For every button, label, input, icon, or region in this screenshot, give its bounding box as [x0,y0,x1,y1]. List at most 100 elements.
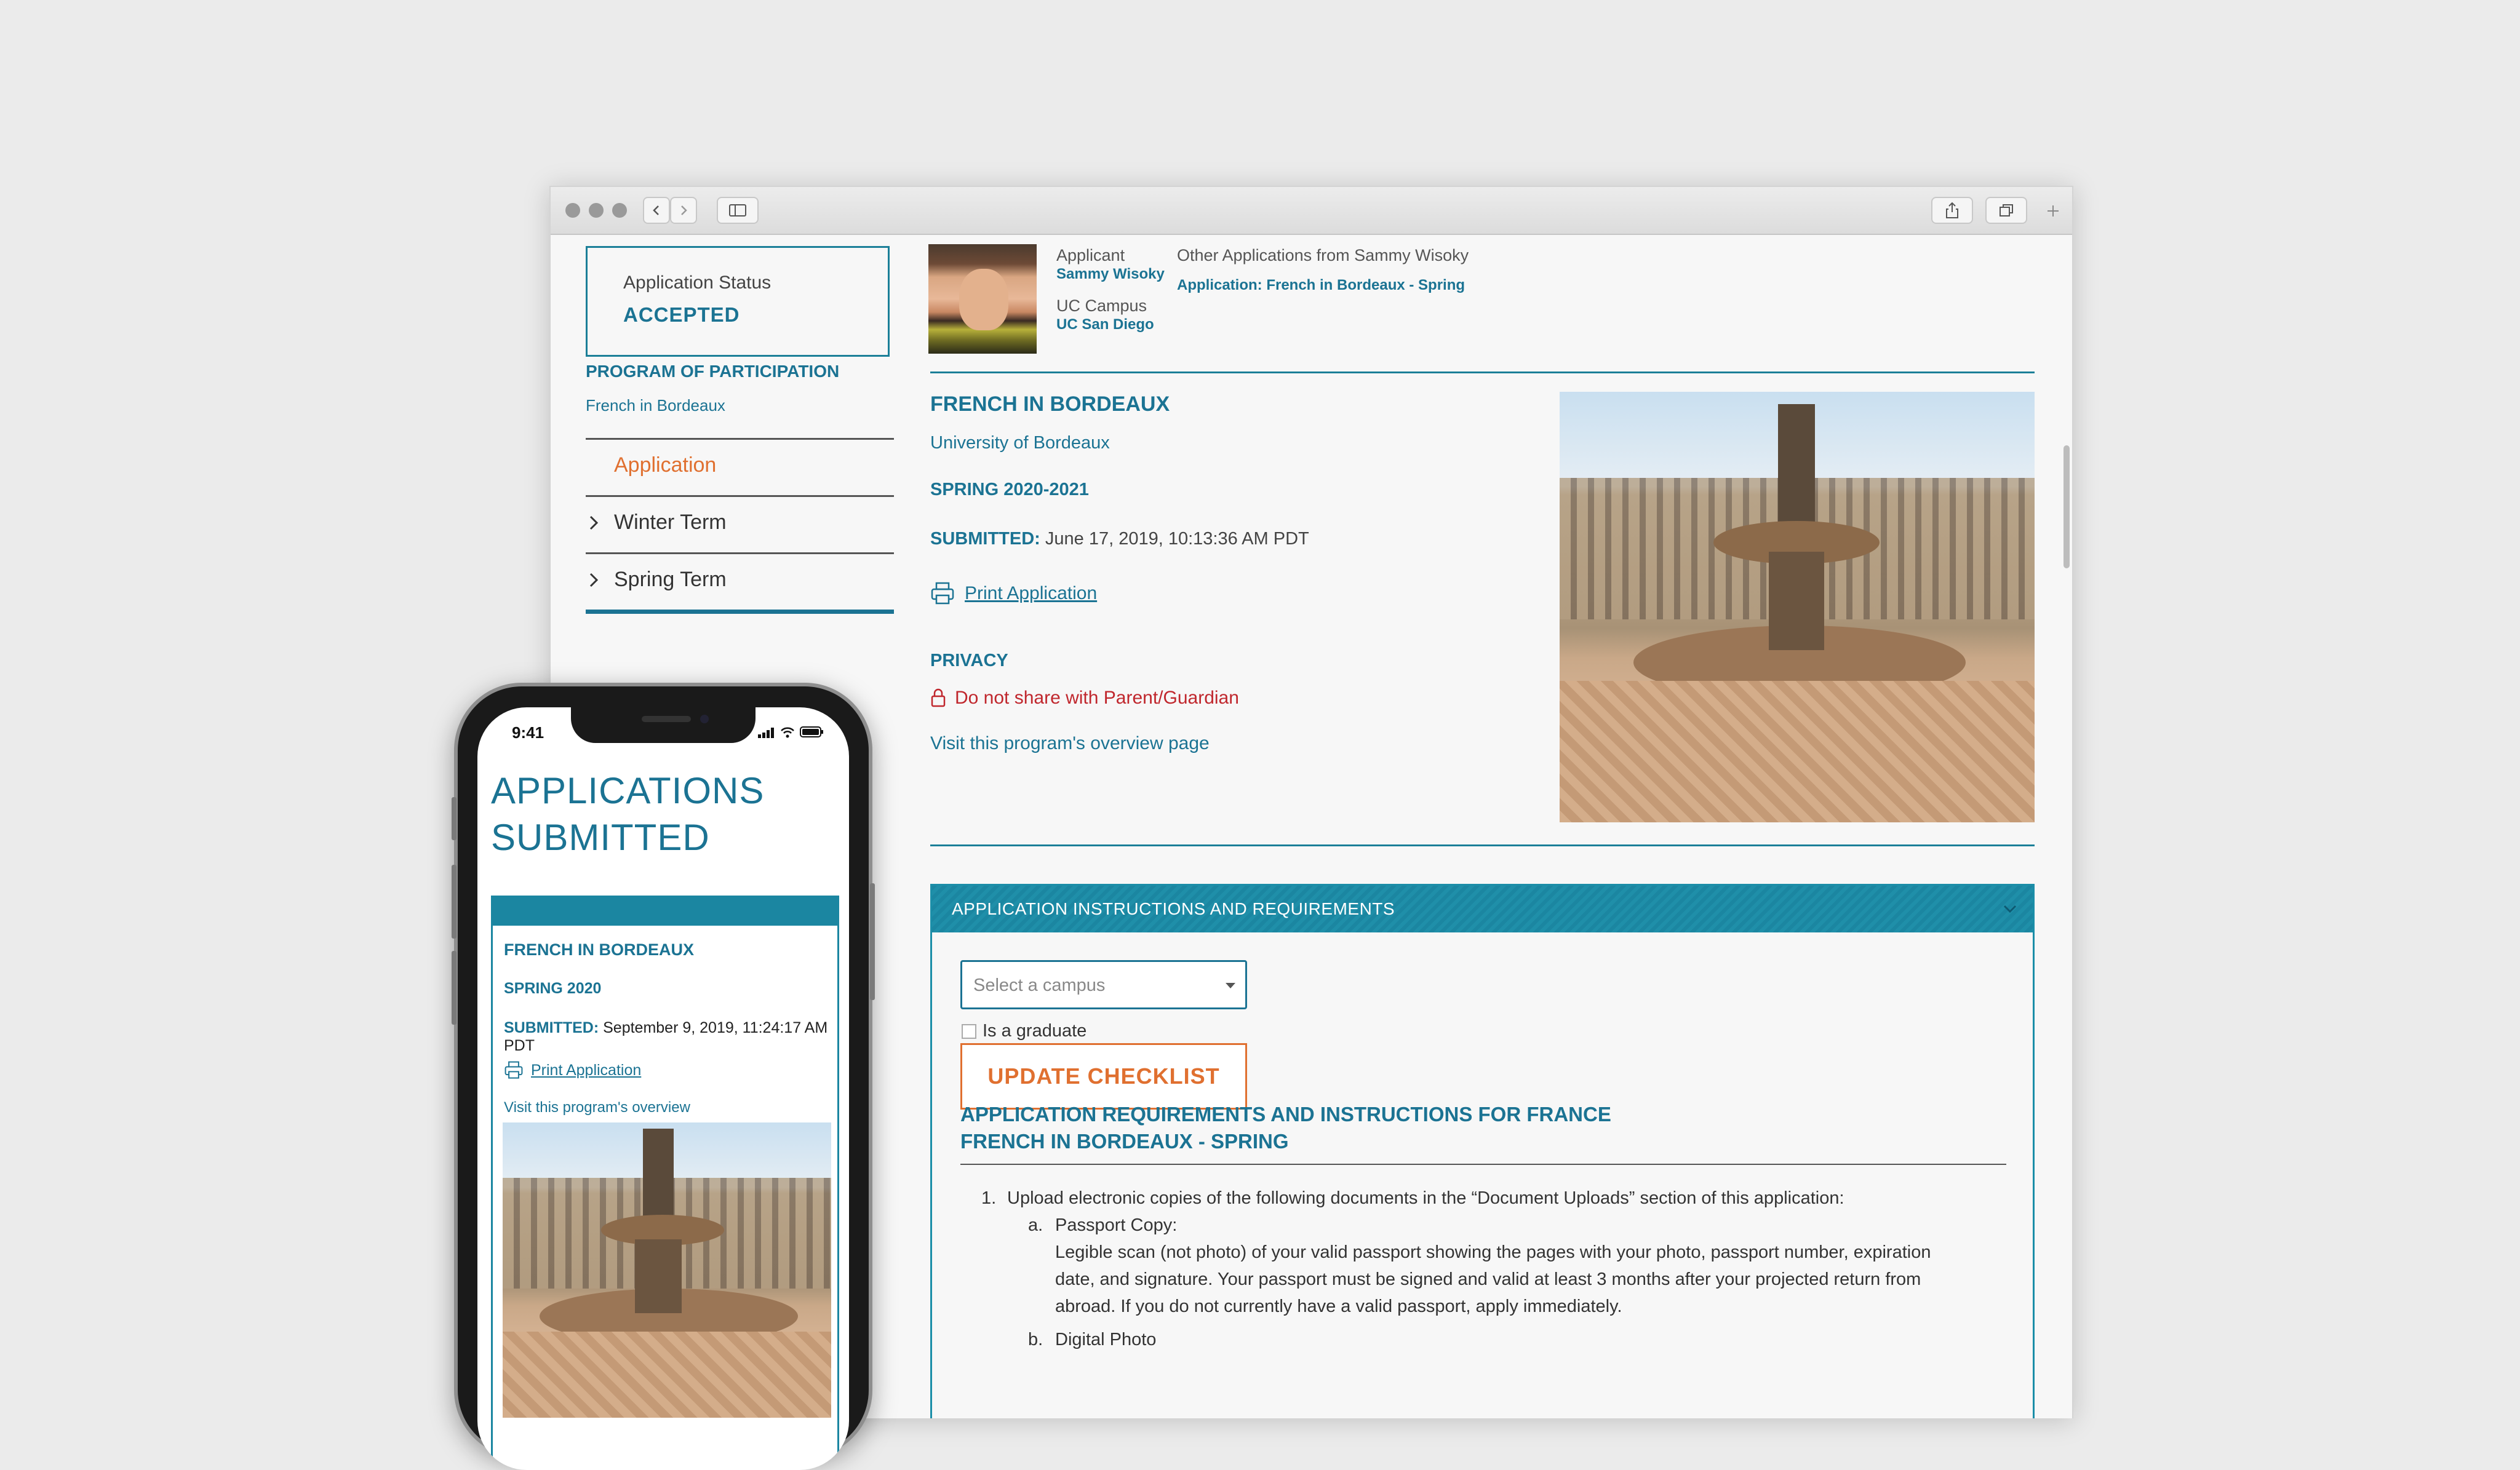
browser-toolbar [551,187,2072,235]
side-nav: Application Winter Term Spring Term [586,438,894,614]
campus-select[interactable]: Select a campus [960,960,1247,1009]
forward-icon [681,205,687,215]
update-checklist-button[interactable]: UPDATE CHECKLIST [960,1043,1247,1110]
share-icon [1946,202,1958,218]
phone-side-button [870,883,875,1000]
sub-list-text: abroad. If you do not currently have a v… [1055,1297,1622,1316]
chevron-right-icon [589,515,599,530]
phone-notch [571,707,756,743]
mobile-program-overview-link[interactable]: Visit this program's overview [504,1099,690,1116]
nav-bottom-rule [586,610,894,614]
sub-list-title: Passport Copy: [1055,1215,1178,1235]
checkbox-box[interactable] [962,1023,976,1039]
privacy-value: Do not share with Parent/Guardian [955,688,1239,708]
back-button[interactable] [643,197,670,224]
privacy-label: PRIVACY [930,651,1008,670]
print-application-label: Print Application [965,583,1098,603]
new-tab-button[interactable] [2041,196,2065,226]
status-value: ACCEPTED [623,303,740,326]
tabs-button[interactable] [1985,197,2027,224]
mobile-title-line2: SUBMITTED [491,817,710,858]
status-label: Application Status [623,272,772,293]
back-icon [653,205,659,215]
requirements-list: 1. Upload electronic copies of the follo… [960,1185,1976,1381]
wifi-icon [781,727,794,738]
mobile-print-label: Print Application [531,1061,642,1079]
cellular-signal-icon [758,728,774,738]
sub-list-letter: a. [1028,1215,1043,1235]
close-window-button[interactable] [565,203,580,218]
submitted-value: June 17, 2019, 10:13:36 AM PDT [1045,529,1309,549]
is-graduate-label: Is a graduate [983,1021,1087,1041]
nav-item-label: Spring Term [614,568,727,591]
requirements-accordion-header[interactable]: APPLICATION INSTRUCTIONS AND REQUIREMENT… [932,886,2033,932]
phone-side-button [452,865,457,939]
tabs-icon [2000,204,2013,217]
print-application-link[interactable]: Print Application [930,582,1097,605]
nav-item-spring-term[interactable]: Spring Term [586,552,894,610]
caret-down-icon [1226,983,1235,988]
nav-item-label: Winter Term [614,511,727,534]
is-graduate-checkbox[interactable]: Is a graduate [962,1021,1087,1041]
nav-item-application[interactable]: Application [586,438,894,495]
program-of-participation-label: PROGRAM OF PARTICIPATION [586,362,840,381]
campus-value: UC San Diego [1056,316,1154,333]
zoom-window-button[interactable] [612,203,627,218]
phone-side-button [452,797,457,840]
privacy-setting: Do not share with Parent/Guardian [930,688,1239,709]
applicant-label: Applicant [1056,246,1125,264]
applicant-name[interactable]: Sammy Wisoky [1056,266,1165,283]
program-overview-link[interactable]: Visit this program's overview page [930,733,1210,754]
status-bar-time: 9:41 [512,723,544,742]
requirements-header-label: APPLICATION INSTRUCTIONS AND REQUIREMENT… [952,899,1395,918]
campus-select-placeholder: Select a campus [973,975,1106,995]
phone-screen: 9:41 APPLICATIONS SUBMITTED FRENCH IN BO… [477,707,849,1470]
status-bar-icons [758,726,824,738]
requirements-divider [960,1164,2006,1165]
requirements-title: APPLICATION REQUIREMENTS AND INSTRUCTION… [960,1101,2006,1155]
program-title: FRENCH IN BORDEAUX [930,392,1170,416]
phone-side-button [452,951,457,1025]
applicant-avatar [928,244,1037,354]
mobile-program-title: FRENCH IN BORDEAUX [504,940,695,959]
share-button[interactable] [1931,197,1973,224]
other-applications-label: Other Applications from Sammy Wisoky [1177,246,1469,264]
sub-list-text: Legible scan (not photo) of your valid p… [1055,1242,1931,1262]
nav-item-label: Application [614,453,717,477]
requirements-title-line1: APPLICATION REQUIREMENTS AND INSTRUCTION… [960,1103,1611,1126]
forward-button[interactable] [670,197,697,224]
list-item-text: Upload electronic copies of the followin… [1007,1188,1844,1208]
sidebar-icon [729,204,746,217]
program-photo [1560,392,2035,822]
program-term: SPRING 2020-2021 [930,480,1089,499]
vertical-scrollbar[interactable] [2063,445,2070,568]
list-number: 1. [981,1188,997,1208]
application-status-box: Application Status ACCEPTED [586,246,890,357]
sub-list-letter: b. [1028,1330,1043,1349]
section-divider [930,844,2035,846]
program-university: University of Bordeaux [930,433,1110,453]
mobile-program-photo [503,1122,831,1418]
requirements-panel: APPLICATION INSTRUCTIONS AND REQUIREMENT… [930,884,2035,1418]
other-application-link[interactable]: Application: French in Bordeaux - Spring [1177,277,1465,294]
requirements-title-line2: FRENCH IN BORDEAUX - SPRING [960,1130,1289,1153]
sidebar-toggle-button[interactable] [717,197,759,224]
chevron-right-icon [589,573,599,587]
battery-icon [800,726,823,737]
mobile-title-line1: APPLICATIONS [491,770,765,811]
campus-label: UC Campus [1056,296,1147,315]
printer-icon [931,582,954,605]
program-of-participation-value: French in Bordeaux [586,396,725,415]
mobile-page-title: APPLICATIONS SUBMITTED [491,768,764,861]
mobile-application-card: FRENCH IN BORDEAUX SPRING 2020 SUBMITTED… [491,896,839,1470]
minimize-window-button[interactable] [589,203,604,218]
header-divider [930,371,2035,373]
new-tab-icon [2048,205,2059,217]
submitted-date: SUBMITTED: June 17, 2019, 10:13:36 AM PD… [930,529,1309,549]
mobile-print-application-link[interactable]: Print Application [504,1061,641,1079]
nav-item-winter-term[interactable]: Winter Term [586,495,894,552]
lock-icon [931,688,946,707]
chevron-down-icon [2003,905,2017,913]
printer-icon [504,1061,523,1079]
sub-list-title: Digital Photo [1055,1330,1157,1349]
